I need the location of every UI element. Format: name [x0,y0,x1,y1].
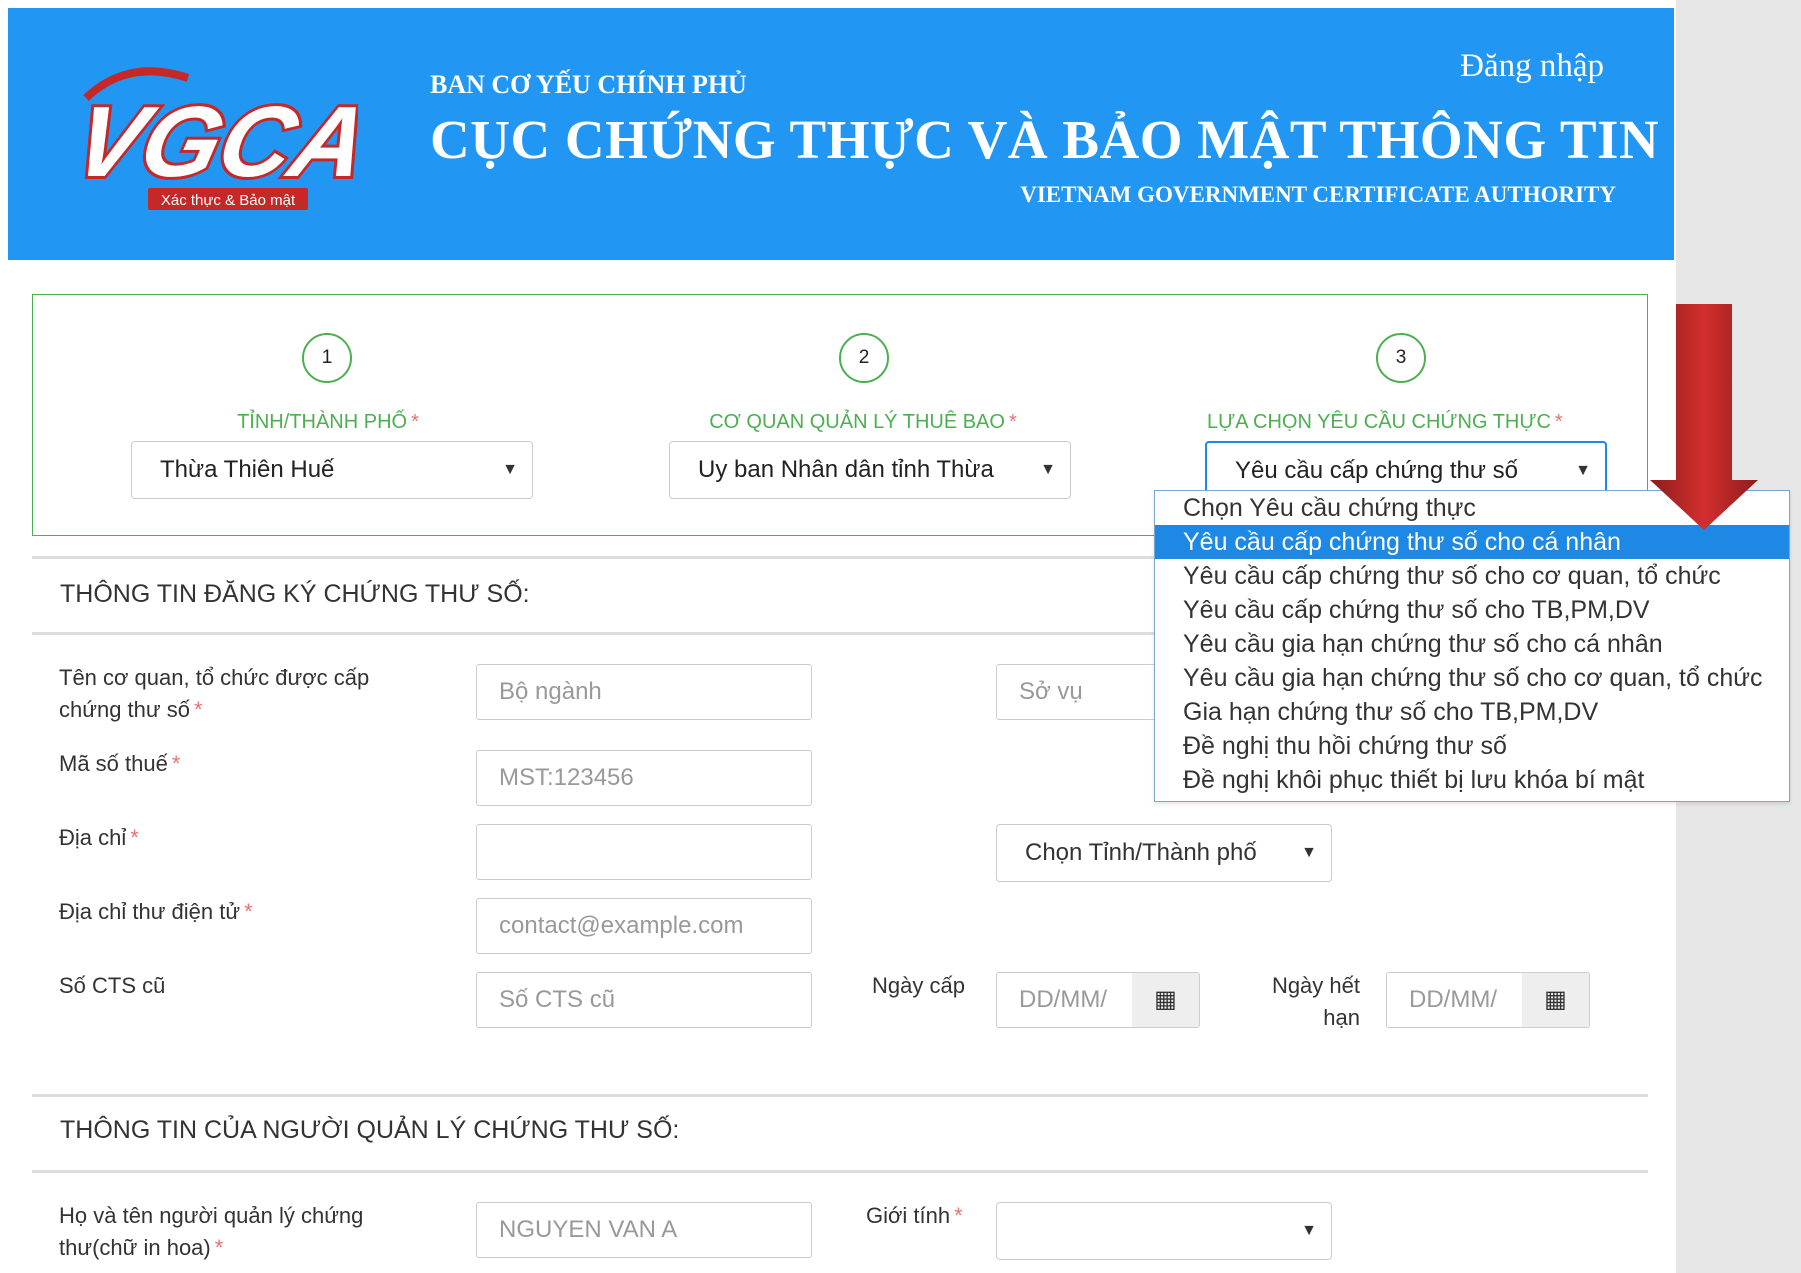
dropdown-option[interactable]: Yêu cầu gia hạn chứng thư số cho cơ quan… [1155,661,1789,695]
province-select[interactable]: Thừa Thiên Huế ▼ [131,441,533,499]
expiry-label-line2: hạn [1323,1005,1360,1030]
old-cert-label: Số CTS cũ [59,973,166,998]
site-subtitle: VIETNAM GOVERNMENT CERTIFICATE AUTHORITY [1020,182,1616,207]
department-input[interactable]: Sở vụ [996,664,1156,720]
gender-label: Giới tính * [866,1200,963,1232]
manager-name-label: Họ và tên người quản lý chứng thư(chữ in… [59,1200,363,1264]
manager-name-label-line1: Họ và tên người quản lý chứng [59,1203,364,1228]
request-type-select-value: Yêu cầu cấp chứng thư số [1235,457,1518,484]
arrow-down-icon [1650,304,1758,530]
divider [32,1170,1648,1173]
login-link[interactable]: Đăng nhập [1460,48,1604,85]
expiry-date-label: Ngày hết hạn [1250,970,1360,1034]
dropdown-option[interactable]: Đề nghị khôi phục thiết bị lưu khóa bí m… [1155,763,1789,797]
step-2-label: CƠ QUAN QUẢN LÝ THUÊ BAO * [663,411,1063,434]
managing-agency-select[interactable]: Uy ban Nhân dân tỉnh Thừa ▼ [669,441,1071,499]
site-header: VGCA Xác thực & Bảo mật BAN CƠ YẾU CHÍNH… [8,8,1674,260]
org-name-label-line2: chứng thư số [59,697,190,722]
address-label: Địa chỉ * [59,822,139,854]
required-mark: * [171,751,181,776]
dropdown-option[interactable]: Gia hạn chứng thư số cho TB,PM,DV [1155,695,1789,729]
required-mark: * [130,825,139,850]
gender-select[interactable]: ▼ [996,1202,1332,1260]
manager-name-label-line2: thư(chữ in hoa) [59,1235,211,1260]
required-mark: * [1554,411,1563,433]
dropdown-option[interactable]: Yêu cầu gia hạn chứng thư số cho cá nhân [1155,627,1789,661]
chevron-down-icon: ▼ [1032,442,1056,498]
province-select-value: Thừa Thiên Huế [160,456,335,483]
step-1-label: TỈNH/THÀNH PHỐ * [228,411,428,434]
chevron-down-icon: ▼ [494,442,518,498]
divider [32,1094,1648,1097]
logo-tagline: Xác thực & Bảo mật [161,192,296,209]
expiry-date-calendar-button[interactable]: ▦ [1522,972,1590,1028]
step-3-badge: 3 [1376,333,1426,383]
address-label-text: Địa chỉ [59,825,127,850]
calendar-icon: ▦ [1154,986,1177,1013]
dropdown-option[interactable]: Yêu cầu cấp chứng thư số cho TB,PM,DV [1155,593,1789,627]
email-label-text: Địa chỉ thư điện tử [59,899,241,924]
dropdown-option-highlighted[interactable]: Yêu cầu cấp chứng thư số cho cá nhân [1155,525,1789,559]
vgca-logo: VGCA Xác thực & Bảo mật [38,58,383,218]
required-mark: * [954,1203,963,1228]
dropdown-option[interactable]: Đề nghị thu hồi chứng thư số [1155,729,1789,763]
section-title-manager: THÔNG TIN CỦA NGƯỜI QUẢN LÝ CHỨNG THƯ SỐ… [60,1116,680,1144]
step-1-badge: 1 [302,333,352,383]
email-input[interactable]: contact@example.com [476,898,812,954]
logo-wordmark: VGCA [63,85,358,197]
step-3-label: LỰA CHỌN YÊU CẦU CHỨNG THỰC * [1207,411,1607,434]
chevron-down-icon: ▼ [1293,825,1317,881]
step-3-label-text: LỰA CHỌN YÊU CẦU CHỨNG THỰC [1207,411,1551,433]
issue-date-calendar-button[interactable]: ▦ [1132,972,1200,1028]
old-cert-input[interactable]: Số CTS cũ [476,972,812,1028]
org-name-label: Tên cơ quan, tổ chức được cấp chứng thư … [59,662,369,726]
expiry-label-line1: Ngày hết [1271,973,1360,998]
site-title: CỤC CHỨNG THỰC VÀ BẢO MẬT THÔNG TIN [430,109,1660,170]
manager-name-input[interactable]: NGUYEN VAN A [476,1202,812,1258]
address-province-select-value: Chọn Tỉnh/Thành phố [1025,839,1257,866]
address-input[interactable] [476,824,812,880]
required-mark: * [193,697,203,722]
required-mark: * [1008,411,1017,433]
issue-date-input[interactable]: DD/MM/ [996,972,1134,1028]
step-1-label-text: TỈNH/THÀNH PHỐ [237,411,408,433]
gender-label-text: Giới tính [866,1203,951,1228]
step-2-badge: 2 [839,333,889,383]
required-mark: * [244,899,253,924]
expiry-date-input[interactable]: DD/MM/ [1386,972,1524,1028]
issue-date-label: Ngày cấp [872,973,965,998]
request-type-dropdown: Chọn Yêu cầu chứng thực Yêu cầu cấp chứn… [1154,490,1790,802]
tax-code-label-text: Mã số thuế [59,751,168,776]
required-mark: * [411,411,419,433]
ministry-input[interactable]: Bộ ngành [476,664,812,720]
org-name-label-line1: Tên cơ quan, tổ chức được cấp [59,665,370,690]
org-name: BAN CƠ YẾU CHÍNH PHỦ [430,70,747,99]
tax-code-input[interactable]: MST:123456 [476,750,812,806]
step-2-label-text: CƠ QUAN QUẢN LÝ THUÊ BAO [709,411,1005,433]
managing-agency-select-value: Uy ban Nhân dân tỉnh Thừa [698,456,994,483]
chevron-down-icon: ▼ [1293,1203,1317,1259]
section-title-registration: THÔNG TIN ĐĂNG KÝ CHỨNG THƯ SỐ: [60,580,530,608]
calendar-icon: ▦ [1544,986,1567,1013]
tax-code-label: Mã số thuế * [59,748,180,780]
dropdown-option[interactable]: Yêu cầu cấp chứng thư số cho cơ quan, tổ… [1155,559,1789,593]
required-mark: * [214,1235,224,1260]
email-label: Địa chỉ thư điện tử * [59,896,253,928]
address-province-select[interactable]: Chọn Tỉnh/Thành phố ▼ [996,824,1332,882]
